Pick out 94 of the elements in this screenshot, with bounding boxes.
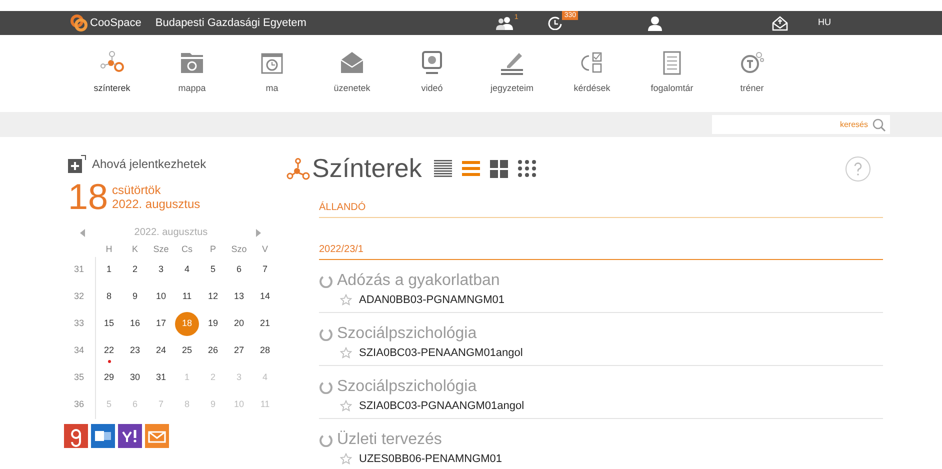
calendar-day[interactable]: 16 [123, 312, 147, 336]
calendar-day[interactable]: 14 [253, 285, 277, 309]
mail-icon[interactable] [772, 16, 788, 30]
calendar-day[interactable]: 12 [201, 285, 225, 309]
calendar-day[interactable]: 3 [149, 258, 173, 282]
search-field[interactable]: keresés [712, 115, 872, 134]
refresh-icon[interactable] [319, 380, 333, 394]
week-number: 36 [68, 392, 96, 418]
calendar-day[interactable]: 13 [227, 285, 251, 309]
institution-name: Budapesti Gazdasági Egyetem [155, 16, 306, 31]
toolbar-button[interactable]: jegyzeteim [472, 50, 552, 96]
add-icon[interactable] [68, 155, 86, 173]
grid-icon[interactable] [518, 158, 538, 178]
list-icon[interactable] [462, 158, 482, 178]
trainer-icon [739, 50, 765, 76]
month-label: 2022. augusztus [112, 197, 200, 211]
week-number: 35 [68, 364, 96, 392]
search-icon[interactable] [872, 118, 886, 132]
calendar-day[interactable]: 27 [227, 339, 251, 363]
day-number: 18 [68, 179, 108, 215]
calendar-day[interactable]: 6 [227, 258, 251, 282]
toolbar-button[interactable]: videó [392, 50, 472, 96]
language-link[interactable]: HU [818, 16, 832, 30]
calendar-day[interactable]: 5 [201, 258, 225, 282]
toolbar-button[interactable]: tréner [712, 50, 792, 96]
clock-icon[interactable] [548, 16, 562, 30]
user-icon[interactable] [648, 16, 662, 30]
star-icon[interactable] [340, 400, 352, 412]
calendar-day[interactable]: 25 [175, 339, 199, 363]
calendar-day[interactable]: 4 [175, 258, 199, 282]
previous-icon[interactable] [80, 228, 86, 236]
calendar-day[interactable]: 28 [253, 339, 277, 363]
section-heading: ÁLLANDÓ [319, 200, 883, 218]
weekday-header: Sze [152, 243, 170, 256]
mail-icon [339, 50, 365, 76]
calendar-day[interactable]: 20 [227, 312, 251, 336]
toolbar-button[interactable]: kérdések [552, 50, 632, 96]
course-code: SZIA0BC03-PGNAANGM01angol [359, 399, 524, 414]
tiles-icon[interactable] [490, 158, 510, 178]
calendar-day[interactable]: 30 [123, 366, 147, 390]
calendar-day[interactable]: 7 [253, 258, 277, 282]
refresh-icon[interactable] [319, 327, 333, 341]
next-icon[interactable] [256, 228, 262, 236]
calendar-day[interactable]: 11 [175, 285, 199, 309]
network-icon [286, 158, 310, 180]
star-icon[interactable] [340, 294, 352, 306]
brand-name[interactable]: CooSpace [90, 14, 142, 32]
star-icon[interactable] [340, 347, 352, 360]
weekday-header: H [104, 243, 114, 256]
calendar-day[interactable]: 9 [123, 285, 147, 309]
help-icon[interactable] [845, 156, 871, 182]
course-code: UZES0BB06-PENAMNGM01 [359, 452, 502, 467]
video-icon [419, 50, 445, 76]
weekday-header: P [208, 243, 217, 256]
calendar-day[interactable]: 24 [149, 339, 173, 363]
section-heading: 2022/23/1 [319, 242, 883, 260]
enrol-link[interactable]: Ahová jelentkezhetek [92, 155, 206, 173]
weekday-label: csütörtök [112, 183, 162, 197]
course-code: SZIA0BC03-PENAANGM01angol [359, 346, 523, 361]
calendar-day[interactable]: 2 [123, 258, 147, 282]
weekday-header: K [130, 243, 139, 256]
week-number: 34 [68, 338, 96, 364]
calendar-day[interactable]: 17 [149, 312, 173, 336]
toolbar-button[interactable]: üzenetek [312, 50, 392, 96]
star-icon[interactable] [340, 453, 352, 466]
weekday-header: Cs [180, 243, 194, 256]
course-code: ADAN0BB03-PGNAMNGM01 [359, 293, 504, 308]
page-title: Színterek [312, 152, 422, 185]
weekday-header: Szo [230, 243, 248, 256]
week-number: 31 [68, 256, 96, 284]
calendar-day[interactable]: 26 [201, 339, 225, 363]
calendar-day[interactable]: 1 [97, 258, 121, 282]
toolbar-button[interactable]: ma [232, 50, 312, 96]
week-number: 32 [68, 284, 96, 310]
people-icon[interactable] [496, 16, 514, 30]
calendar-day[interactable]: 29 [97, 366, 121, 390]
weekday-header: V [260, 243, 269, 256]
calendar-month-title: 2022. augusztus [134, 226, 208, 240]
refresh-icon[interactable] [319, 433, 333, 447]
logo-icon[interactable] [70, 14, 88, 32]
calendar-day[interactable]: 15 [97, 312, 121, 336]
toolbar-button[interactable]: színterek [72, 50, 152, 96]
calendar-day[interactable]: 21 [253, 312, 277, 336]
week-number: 33 [68, 310, 96, 338]
calendar-day[interactable]: 23 [123, 339, 147, 363]
calendar-day[interactable]: 8 [97, 285, 121, 309]
calendar-day[interactable]: 22 [97, 339, 121, 363]
calendar-day[interactable]: 10 [149, 285, 173, 309]
toolbar-button[interactable]: mappa [152, 50, 232, 96]
calendar-day[interactable]: 19 [201, 312, 225, 336]
refresh-icon[interactable] [319, 274, 333, 288]
calendar-day[interactable]: 31 [149, 366, 173, 390]
compact-list-icon[interactable] [434, 158, 454, 178]
toolbar-button[interactable]: fogalomtár [632, 50, 712, 96]
